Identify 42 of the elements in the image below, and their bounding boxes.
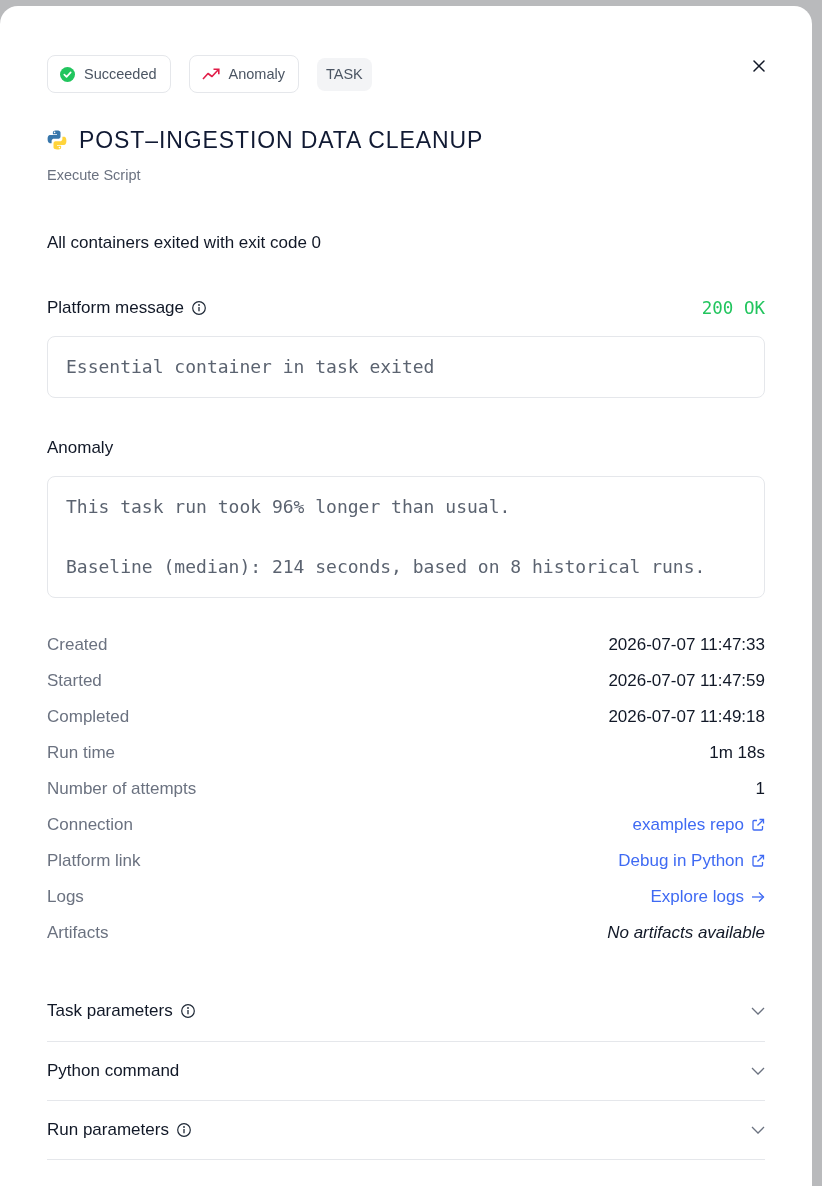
detail-label: Started [47,671,102,691]
close-button[interactable] [750,57,768,75]
external-link[interactable]: examples repo [632,815,765,835]
external-link-icon [751,818,765,832]
task-title: POST–INGESTION DATA CLEANUP [79,126,484,154]
arrow-right-icon [751,891,765,903]
python-logo-icon [47,130,67,150]
anomaly-text: Baseline (median): 214 seconds, based on 8 historical runs. [66,555,707,579]
detail-value: No artifacts available [607,923,765,943]
message-text: Essential container in task exited [66,355,436,379]
external-link-icon [751,854,765,868]
detail-value: 2026-07-07 11:47:33 [608,635,765,655]
close-icon [753,60,765,72]
detail-label: Number of attempts [47,779,197,799]
logs-link[interactable]: Explore logs [650,887,765,907]
exit-summary: All containers exited with exit code 0 [47,232,323,254]
anomaly-badge: Anomaly [188,55,299,93]
detail-label: Connection [47,815,133,835]
detail-label: Created [47,635,108,655]
detail-label: Platform link [47,851,141,871]
detail-label: Run time [47,743,116,763]
trend-up-icon [201,68,220,80]
section-label: Platform message [47,297,184,319]
detail-value: 1m 18s [709,743,765,763]
task-subtitle: Execute Script [47,166,142,184]
check-circle-icon [60,66,75,82]
section-toggle[interactable]: Task parameters [47,981,765,1042]
section-toggle[interactable]: Run parameters [47,1101,765,1160]
anomaly-text: This task run took 96% longer than usual. [66,495,512,519]
detail-label: Artifacts [47,923,109,943]
info-icon [192,301,206,315]
detail-value: 1 [755,779,765,799]
detail-label: Completed [47,707,130,727]
status-badge: Succeeded [47,55,171,93]
section-toggle[interactable]: Python command [47,1042,765,1101]
status-code: 200 OK [701,297,765,319]
detail-value: 2026-07-07 11:47:59 [608,671,765,691]
external-link[interactable]: Debug in Python [618,851,765,871]
section-label: Anomaly [47,437,114,459]
detail-label: Logs [47,887,84,907]
type-badge: TASK [317,57,372,91]
detail-value: 2026-07-07 11:49:18 [608,707,765,727]
